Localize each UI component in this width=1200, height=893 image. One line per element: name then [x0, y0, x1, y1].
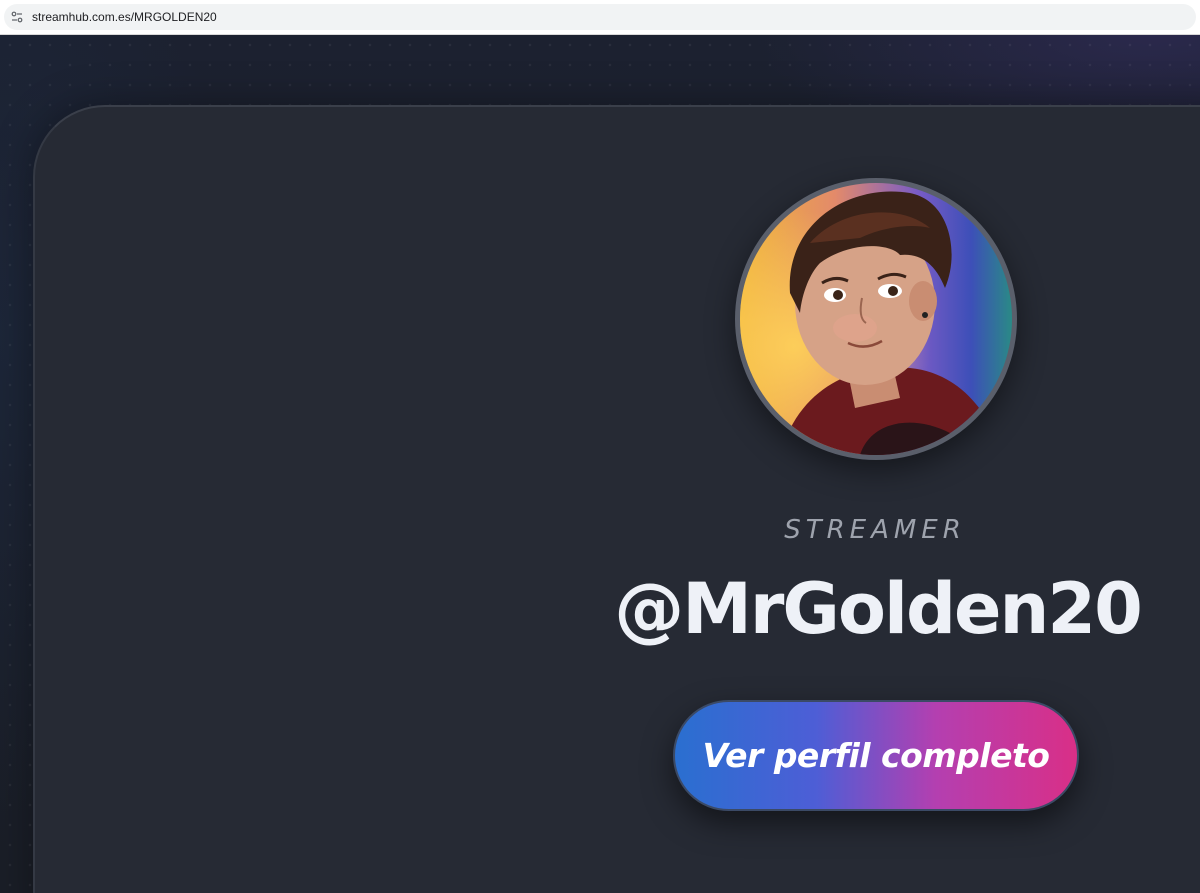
avatar-illustration	[740, 183, 1012, 455]
address-bar[interactable]: streamhub.com.es/MRGOLDEN20	[4, 4, 1196, 30]
view-full-profile-button[interactable]: Ver perfil completo	[673, 700, 1079, 811]
url-text[interactable]: streamhub.com.es/MRGOLDEN20	[32, 10, 217, 24]
view-full-profile-label: Ver perfil completo	[702, 736, 1050, 775]
browser-toolbar: streamhub.com.es/MRGOLDEN20	[0, 0, 1200, 35]
streamer-handle: @MrGolden20	[614, 568, 1143, 650]
tune-icon[interactable]	[10, 10, 24, 24]
role-label: STREAMER	[784, 515, 966, 545]
page-background: STREAMER @MrGolden20 Ver perfil completo	[0, 35, 1200, 893]
avatar	[735, 178, 1017, 460]
